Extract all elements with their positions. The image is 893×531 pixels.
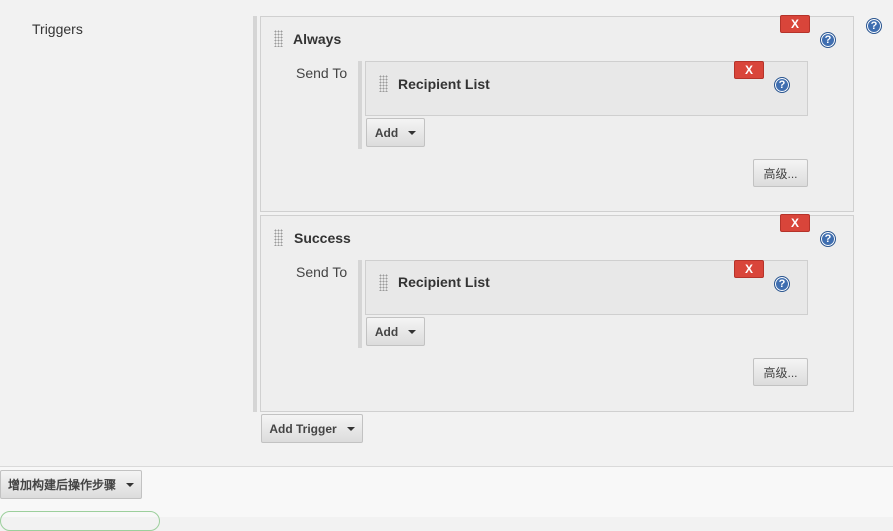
send-to-bar [358, 61, 362, 149]
add-trigger-button[interactable]: Add Trigger [261, 414, 363, 443]
caret-down-icon [346, 426, 355, 431]
recipient-help-icon[interactable]: ? [774, 77, 790, 93]
drag-handle-icon[interactable] [379, 274, 388, 291]
add-trigger-label: Add Trigger [269, 421, 337, 436]
drag-handle-icon[interactable] [274, 30, 283, 47]
send-to-bar [358, 260, 362, 348]
recipient-help-icon[interactable]: ? [774, 276, 790, 292]
add-button[interactable]: Add [366, 317, 425, 346]
delete-trigger-button[interactable]: X [780, 15, 810, 33]
trigger-title: Success [294, 230, 351, 246]
add-button[interactable]: Add [366, 118, 425, 147]
trigger-help-icon[interactable]: ? [820, 231, 836, 247]
caret-down-icon [408, 329, 417, 334]
recipient-list-title: Recipient List [398, 76, 490, 92]
advanced-button[interactable]: 高级... [753, 358, 808, 386]
delete-trigger-button[interactable]: X [780, 214, 810, 232]
drag-handle-icon[interactable] [379, 75, 388, 92]
triggers-help-icon[interactable]: ? [866, 18, 882, 34]
caret-down-icon [408, 130, 417, 135]
recipient-list-title: Recipient List [398, 274, 490, 290]
add-post-build-step-button[interactable]: 增加构建后操作步骤 [0, 470, 142, 499]
save-button-edge[interactable] [0, 511, 160, 531]
advanced-button[interactable]: 高级... [753, 159, 808, 187]
send-to-label: Send To [296, 264, 348, 280]
delete-recipient-button[interactable]: X [734, 61, 764, 79]
trigger-title: Always [293, 31, 342, 47]
add-post-build-step-label: 增加构建后操作步骤 [7, 478, 116, 492]
add-button-label: Add [374, 125, 399, 140]
delete-recipient-button[interactable]: X [734, 260, 764, 278]
triggers-left-bar [253, 16, 257, 412]
send-to-label: Send To [296, 65, 348, 81]
trigger-help-icon[interactable]: ? [820, 32, 836, 48]
triggers-label: Triggers [32, 21, 83, 37]
caret-down-icon [126, 482, 134, 487]
add-button-label: Add [374, 324, 399, 339]
drag-handle-icon[interactable] [274, 229, 283, 246]
